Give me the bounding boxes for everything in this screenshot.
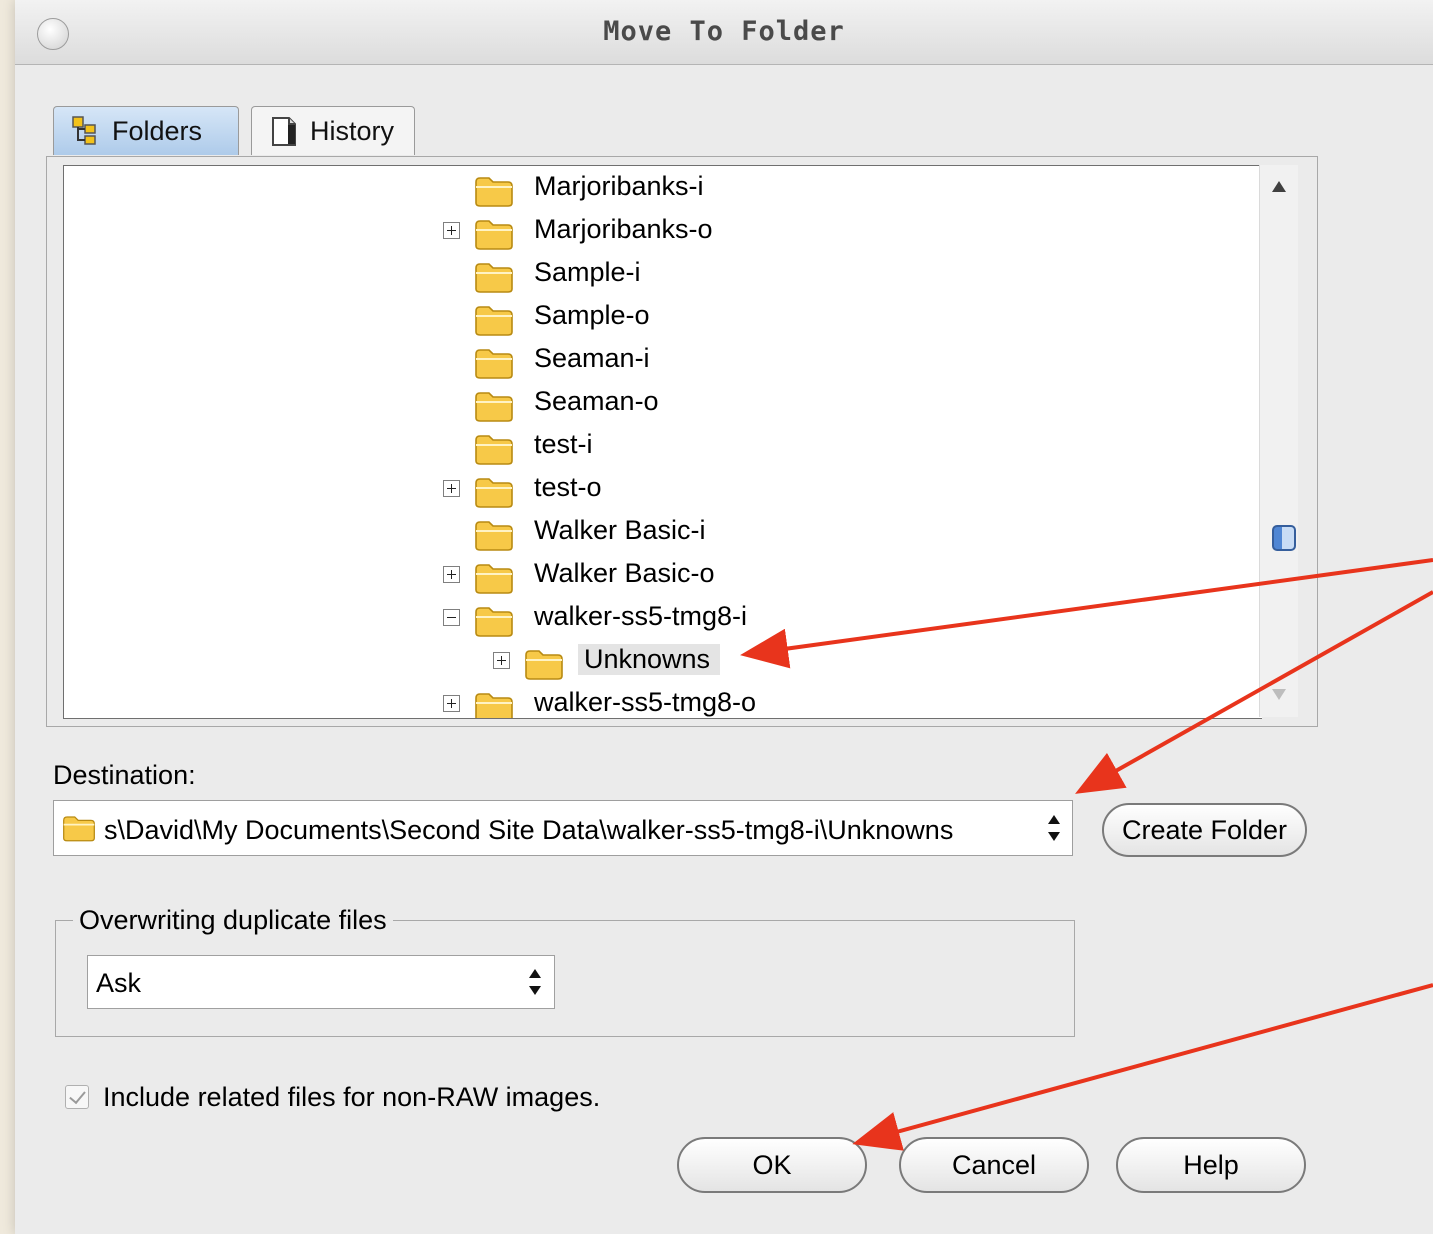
destination-stepper-icon[interactable] (1047, 815, 1061, 841)
folder-icon (475, 478, 513, 508)
ok-button[interactable]: OK (677, 1137, 867, 1193)
history-page-icon (272, 117, 296, 146)
destination-path: s\David\My Documents\Second Site Data\wa… (104, 815, 954, 845)
tree-item-label: test-i (534, 429, 593, 459)
folder-icon (475, 392, 513, 422)
tree-item-label: Unknowns (578, 644, 721, 675)
tree-item[interactable]: walker-ss5-tmg8-o (64, 685, 1254, 718)
tree-item[interactable]: test-o (64, 470, 1254, 513)
tree-item[interactable]: Seaman-i (64, 341, 1254, 384)
overwrite-selected-value: Ask (96, 968, 142, 998)
folder-icon (475, 435, 513, 465)
tab-folders-label: Folders (112, 115, 203, 146)
folder-icon (475, 693, 513, 718)
folder-tree-panel: Marjoribanks-i Marjoribanks-o Sample-i Samp… (46, 156, 1318, 727)
tab-history[interactable]: History (251, 106, 415, 155)
overwrite-stepper-icon[interactable] (528, 969, 542, 995)
tree-item[interactable]: Marjoribanks-o (64, 212, 1254, 255)
cancel-button[interactable]: Cancel (899, 1137, 1089, 1193)
tree-item-label: Sample-i (534, 257, 641, 287)
tree-item-label: Seaman-o (534, 386, 659, 416)
help-button[interactable]: Help (1116, 1137, 1306, 1193)
tree-item-label: Walker Basic-i (534, 515, 706, 545)
folder-icon (475, 177, 513, 207)
expand-plus-icon[interactable] (443, 695, 460, 712)
tree-item[interactable]: walker-ss5-tmg8-i (64, 599, 1254, 642)
expand-plus-icon[interactable] (443, 222, 460, 239)
tree-item-label: walker-ss5-tmg8-i (534, 601, 748, 631)
folder-tree[interactable]: Marjoribanks-i Marjoribanks-o Sample-i Samp… (63, 165, 1262, 719)
folders-tree-icon (72, 116, 96, 145)
tree-item[interactable]: Sample-o (64, 298, 1254, 341)
folder-icon (475, 564, 513, 594)
overwrite-group-label: Overwriting duplicate files (73, 905, 393, 936)
tree-item[interactable]: Marjoribanks-i (64, 169, 1254, 212)
move-to-folder-dialog: Move To Folder Folders History Marjoriba… (15, 0, 1433, 1234)
folder-icon (525, 650, 563, 680)
scroll-up-arrow-icon[interactable] (1272, 181, 1286, 192)
tree-item[interactable]: Unknowns (64, 642, 1254, 685)
folder-icon (475, 220, 513, 250)
dialog-title: Move To Folder (603, 16, 845, 47)
include-related-checkbox[interactable] (65, 1085, 89, 1109)
tree-item-label: Marjoribanks-o (534, 214, 713, 244)
title-bar: Move To Folder (15, 0, 1433, 65)
tree-item[interactable]: Walker Basic-i (64, 513, 1254, 556)
scroll-thumb[interactable] (1272, 525, 1296, 551)
folder-icon (475, 607, 513, 637)
tab-folders[interactable]: Folders (53, 106, 239, 155)
create-folder-button[interactable]: Create Folder (1102, 803, 1307, 857)
tree-item[interactable]: test-i (64, 427, 1254, 470)
folder-icon (475, 521, 513, 551)
expand-plus-icon[interactable] (443, 566, 460, 583)
tree-item-label: test-o (534, 472, 602, 502)
overwrite-select[interactable]: Ask (87, 955, 555, 1009)
folder-icon (475, 263, 513, 293)
collapse-minus-icon[interactable] (443, 609, 460, 626)
destination-label: Destination: (53, 760, 196, 790)
folder-icon (475, 306, 513, 336)
tree-item-label: Seaman-i (534, 343, 650, 373)
tree-item[interactable]: Seaman-o (64, 384, 1254, 427)
tree-item-label: walker-ss5-tmg8-o (534, 687, 757, 717)
tree-item-label: Walker Basic-o (534, 558, 715, 588)
expand-plus-icon[interactable] (493, 652, 510, 669)
tree-item[interactable]: Sample-i (64, 255, 1254, 298)
tab-history-label: History (310, 115, 395, 146)
scroll-down-arrow-icon[interactable] (1272, 689, 1286, 700)
folder-icon (475, 349, 513, 379)
tree-scrollbar[interactable] (1259, 165, 1298, 717)
expand-plus-icon[interactable] (443, 480, 460, 497)
destination-field[interactable]: s\David\My Documents\Second Site Data\wa… (53, 800, 1073, 856)
tree-item[interactable]: Walker Basic-o (64, 556, 1254, 599)
tree-item-label: Sample-o (534, 300, 650, 330)
tree-item-label: Marjoribanks-i (534, 171, 704, 201)
folder-icon (63, 816, 95, 842)
include-related-label: Include related files for non-RAW images… (103, 1082, 601, 1112)
